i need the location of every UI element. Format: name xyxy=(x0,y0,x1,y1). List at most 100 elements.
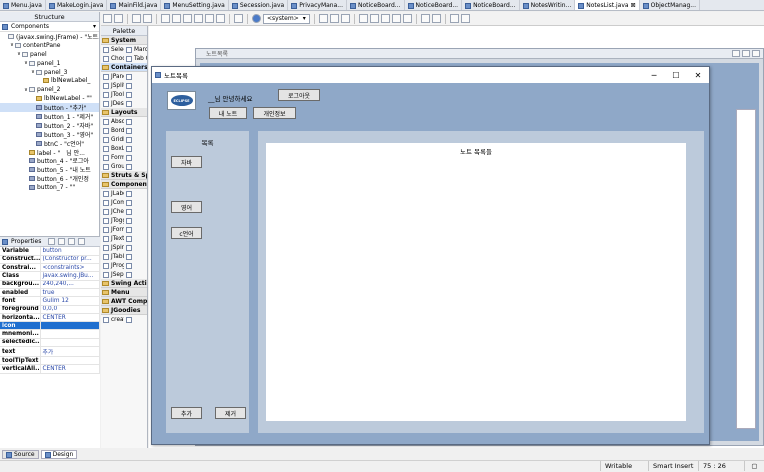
preview-icon[interactable] xyxy=(114,14,123,23)
palette-item[interactable] xyxy=(124,189,147,198)
palette-item[interactable]: JPanel xyxy=(101,72,124,81)
notes-list-area[interactable]: 노트 목록들 xyxy=(266,143,686,421)
my-notes-button[interactable]: 내 노트 xyxy=(209,107,247,119)
property-row[interactable]: Variable button xyxy=(0,247,100,256)
palette-item[interactable]: JCheck... xyxy=(101,207,124,216)
palette-item[interactable] xyxy=(124,144,147,153)
palette-item[interactable]: JDeskt... xyxy=(101,99,124,108)
design-tab[interactable]: Design xyxy=(40,450,78,459)
tree-node[interactable]: (javax.swing.JFrame) - "노트... xyxy=(0,32,99,41)
logout-button[interactable]: 로그아웃 xyxy=(278,89,320,101)
tree-node[interactable]: button_7 - "" xyxy=(0,183,99,192)
add-button[interactable]: 추가 xyxy=(171,407,202,419)
editor-tab[interactable]: PrivacyMana... xyxy=(288,0,347,10)
tree-node[interactable]: btnC - "c언어" xyxy=(0,139,99,148)
editor-tab[interactable]: NotesWritin... xyxy=(520,0,576,10)
maximize-icon[interactable]: ☐ xyxy=(665,67,687,83)
palette-item[interactable]: JForma... xyxy=(101,225,124,234)
undo-icon[interactable] xyxy=(132,14,141,23)
palette-item[interactable] xyxy=(124,270,147,279)
subject-button-java[interactable]: 자바 xyxy=(171,156,202,168)
tree-node[interactable]: ∨ contentPane xyxy=(0,41,99,50)
palette-item[interactable]: JSplitP... xyxy=(101,81,124,90)
align-center-icon[interactable] xyxy=(329,14,339,23)
palette-item[interactable] xyxy=(124,99,147,108)
zoom-icon[interactable] xyxy=(216,14,225,23)
editor-tab[interactable]: Menu.java xyxy=(0,0,46,10)
restore-default-icon[interactable] xyxy=(78,238,86,245)
tree-node[interactable]: ∨ panel xyxy=(0,50,99,59)
palette-item[interactable] xyxy=(124,207,147,216)
palette-item[interactable]: GroupL... xyxy=(101,162,124,171)
tree-node[interactable]: lblNewLabel - "" xyxy=(0,94,99,103)
palette-item[interactable]: JProgre... xyxy=(101,261,124,270)
tree-node[interactable]: button_5 - "내 노트 xyxy=(0,165,99,174)
space-vertical-icon[interactable] xyxy=(402,14,412,23)
tree-node[interactable]: lblNewLabel_ xyxy=(0,76,99,85)
paste-icon[interactable] xyxy=(183,14,192,23)
palette-item[interactable] xyxy=(124,315,147,324)
palette-item[interactable] xyxy=(124,90,147,99)
palette-item[interactable] xyxy=(124,135,147,144)
tree-node[interactable]: button_4 - "로그아 xyxy=(0,156,99,165)
redo-icon[interactable] xyxy=(143,14,152,23)
minimize-icon[interactable]: ─ xyxy=(643,67,665,83)
property-row[interactable]: Class javax.swing.JBu... xyxy=(0,271,100,281)
property-row[interactable]: mnemoni... xyxy=(0,329,100,339)
property-row[interactable]: text 추가 xyxy=(0,346,100,358)
look-and-feel-select[interactable]: <system> ▾ xyxy=(263,13,310,24)
property-row[interactable]: enabled true xyxy=(0,288,100,298)
tree-node[interactable]: label - "__님 안... xyxy=(0,148,99,156)
palette-item[interactable]: createL... xyxy=(101,315,124,324)
align-middle-icon[interactable] xyxy=(369,14,379,23)
palette-item[interactable] xyxy=(124,261,147,270)
subject-button-c[interactable]: c언어 xyxy=(171,227,202,239)
palette-category[interactable]: Menu xyxy=(101,288,147,297)
palette-item[interactable] xyxy=(124,234,147,243)
palette-item[interactable] xyxy=(124,243,147,252)
palette-item[interactable]: JToolBar xyxy=(101,90,124,99)
tree-node[interactable]: ∨ panel_2 xyxy=(0,85,99,94)
palette-item[interactable] xyxy=(124,117,147,126)
align-bottom-icon[interactable] xyxy=(380,14,390,23)
palette-item[interactable]: GridBa... xyxy=(101,135,124,144)
close-icon[interactable]: ✕ xyxy=(687,67,709,83)
property-row[interactable]: selectedic... xyxy=(0,338,100,348)
editor-tab[interactable]: MenuSetting.java xyxy=(161,0,229,10)
palette-category[interactable]: Struts & Sprin xyxy=(101,171,147,180)
palette-item[interactable]: JComb... xyxy=(101,198,124,207)
privacy-button[interactable]: 개인정보 xyxy=(253,107,296,119)
palette-item[interactable]: Marquee xyxy=(124,45,147,54)
collapse-icon[interactable]: ▾ xyxy=(93,23,96,30)
close-tab-icon[interactable]: ⊠ xyxy=(631,2,636,9)
palette-item[interactable]: JSpinner xyxy=(101,243,124,252)
property-row[interactable]: toolTipText xyxy=(0,356,100,366)
palette-item[interactable]: JToggle... xyxy=(101,216,124,225)
show-advanced-icon[interactable] xyxy=(68,238,76,245)
space-horizontal-icon[interactable] xyxy=(391,14,401,23)
align-top-icon[interactable] xyxy=(358,14,368,23)
property-row[interactable]: Construct... (Constructor pr... xyxy=(0,255,100,265)
palette-item[interactable] xyxy=(124,126,147,135)
subject-button-english[interactable]: 영어 xyxy=(171,201,202,213)
select-icon[interactable] xyxy=(205,14,214,23)
property-row[interactable]: foreground 0,0,0 xyxy=(0,305,100,314)
palette-item[interactable] xyxy=(124,216,147,225)
center-h-icon[interactable] xyxy=(449,14,459,23)
palette-category[interactable]: Swing Actions xyxy=(101,279,147,288)
editor-tab[interactable]: MakeLogin.java xyxy=(46,0,108,10)
editor-tab[interactable]: ObjectManag... xyxy=(640,0,700,10)
remove-button[interactable]: 제거 xyxy=(215,407,246,419)
property-row[interactable]: verticalAli... CENTER xyxy=(0,364,100,374)
editor-tab[interactable]: Secession.java xyxy=(229,0,289,10)
editor-tab[interactable]: NoticeBoard... xyxy=(462,0,520,10)
property-row[interactable]: horizonta... CENTER xyxy=(0,313,100,323)
same-width-icon[interactable] xyxy=(420,14,430,23)
palette-item[interactable]: Tab Or... xyxy=(124,54,147,63)
palette-item[interactable]: JTable xyxy=(101,252,124,261)
globe-icon[interactable] xyxy=(252,14,261,23)
delete-icon[interactable] xyxy=(194,14,203,23)
palette-item[interactable]: Border... xyxy=(101,126,124,135)
palette-category[interactable]: Components xyxy=(101,180,147,189)
editor-tab[interactable]: NoticeBoard... xyxy=(405,0,463,10)
